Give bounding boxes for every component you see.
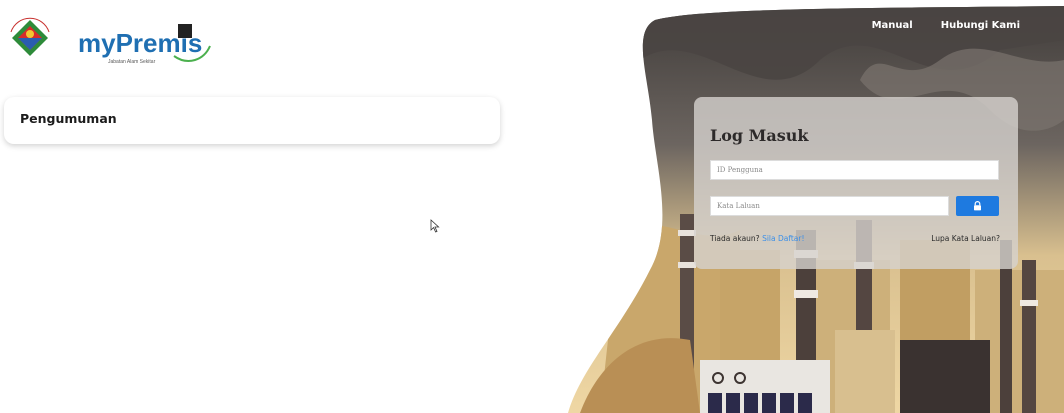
signup-link[interactable]: Sila Daftar!	[762, 234, 804, 243]
logo[interactable]: myPremis Jabatan Alam Sekitar	[8, 14, 218, 74]
top-nav: Manual Hubungi Kami	[872, 20, 1020, 31]
no-account-text: Tiada akaun?	[710, 234, 760, 243]
announcement-title: Pengumuman	[20, 111, 117, 126]
nav-contact-link[interactable]: Hubungi Kami	[941, 20, 1020, 31]
lock-icon	[974, 201, 981, 211]
password-input[interactable]	[710, 196, 949, 216]
login-card: Log Masuk Tiada akaun? Sila Daftar! Lupa…	[694, 97, 1018, 269]
user-id-input[interactable]	[710, 160, 999, 180]
announcement-card[interactable]: Pengumuman	[4, 97, 500, 144]
nav-manual-link[interactable]: Manual	[872, 20, 913, 31]
brand-tagline: Jabatan Alam Sekitar	[108, 59, 156, 65]
login-title: Log Masuk	[710, 126, 809, 145]
mouse-cursor-icon	[430, 219, 440, 233]
login-button[interactable]	[956, 196, 999, 216]
forgot-password-link[interactable]: Lupa Kata Laluan?	[931, 234, 1000, 243]
mypremis-wordmark-icon: myPremis Jabatan Alam Sekitar	[78, 24, 211, 65]
login-links: Tiada akaun? Sila Daftar! Lupa Kata Lalu…	[710, 234, 1000, 243]
